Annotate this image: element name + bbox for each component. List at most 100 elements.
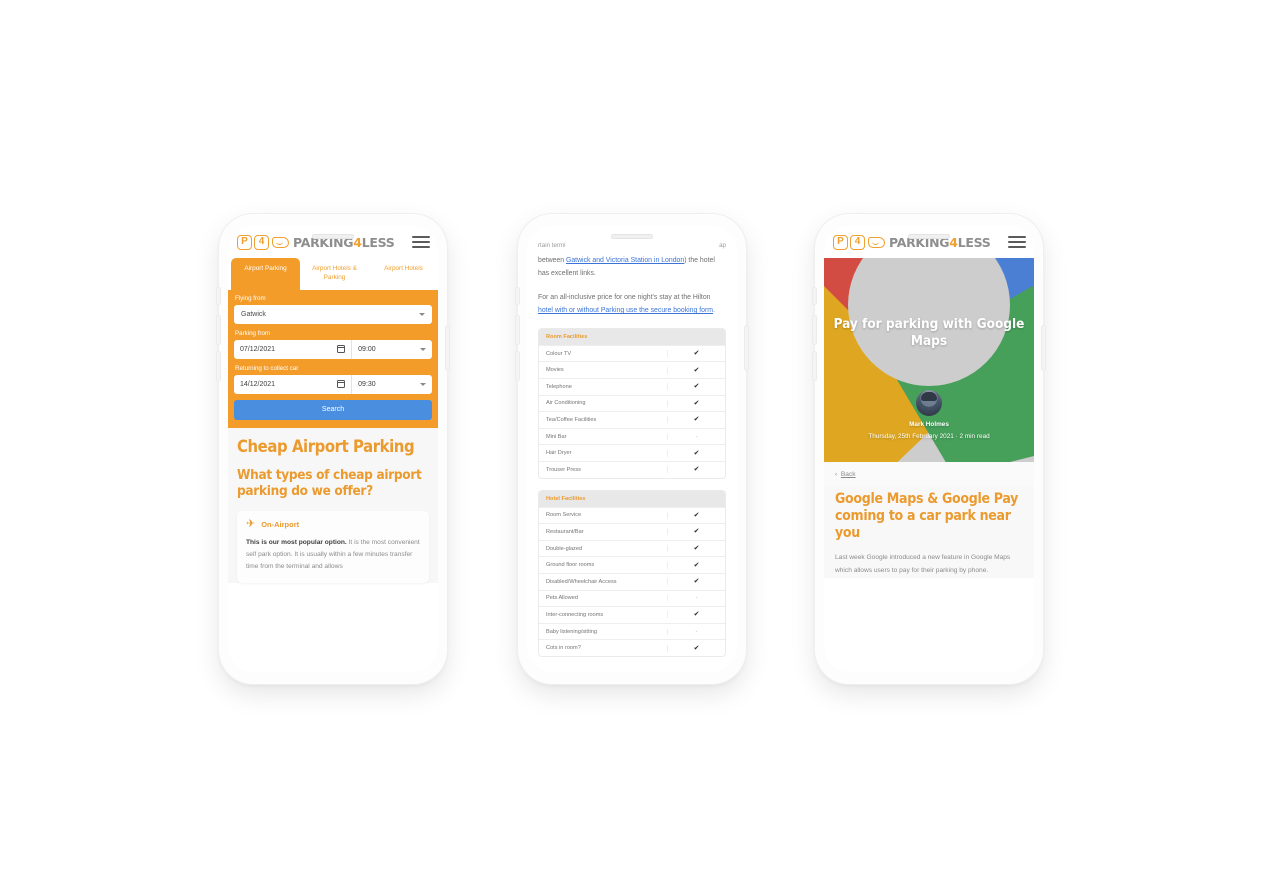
table-row: Pets Allowed - [539,589,725,607]
hamburger-icon[interactable] [412,236,430,248]
parking-from-date-value: 07/12/2021 [240,345,276,353]
returning-date-value: 14/12/2021 [240,380,276,388]
phone1-site-header: P 4 PARKING4LESS [228,226,438,258]
facility-value: ✔ [667,366,725,374]
calendar-icon [336,380,346,389]
para2-pre: For an all-inclusive price for one night… [538,293,711,301]
on-airport-card[interactable]: ✈ On-Airport This is our most popular op… [237,510,429,584]
flying-from-value: Gatwick [241,310,266,318]
logo-number-4: 4 [254,234,269,250]
facility-name: Inter-connecting rooms [546,611,604,618]
airplane-icon: ✈ [246,517,256,530]
table-row: Ground floor rooms ✔ [539,556,725,573]
table-row: Telephone ✔ [539,378,725,395]
phone3-mute-button[interactable] [813,288,816,304]
tab-airport-hotels[interactable]: Airport Hotels [369,258,438,290]
blog-paragraph: Last week Google introduced a new featur… [835,554,1011,575]
returning-date-input[interactable]: 14/12/2021 [234,374,353,394]
link-secure-booking-form[interactable]: hotel with or without Parking use the se… [538,307,713,314]
facility-name: Double-glazed [546,545,583,552]
screenshot-canvas: P 4 PARKING4LESS Airport Parking Airport… [0,0,1280,896]
phone3-earpiece-speaker [908,234,950,239]
parking-from-time-select[interactable]: 09:00 [352,340,432,359]
tab-airport-hotels-and-parking[interactable]: Airport Hotels & Parking [300,258,369,290]
facility-name: Trouser Press [546,466,581,473]
phone2-mute-button[interactable] [516,288,519,304]
para1-pre: between [538,257,566,264]
phone3-volume-up-button[interactable] [813,316,816,344]
clipped-text-left: rtain termi [538,242,566,249]
author-name: Mark Holmes [909,421,949,428]
back-link-label: Back [840,471,856,478]
phone1-power-button[interactable] [446,326,449,370]
flying-from-select[interactable]: Gatwick [234,304,432,324]
card-body-emphasis: This is our most popular option. [246,538,347,546]
phone2-earpiece-speaker [611,234,653,239]
facility-value: - [667,628,725,635]
phone3-screen: P 4 PARKING4LESS Pay for parking with Go… [824,226,1034,672]
search-button[interactable]: Search [234,399,432,420]
facility-name: Baby listening/sitting [546,628,597,635]
room-facilities-header: Room Facilities [539,328,725,345]
facility-value: ✔ [667,578,725,586]
facility-name: Telephone [546,383,572,390]
section-heading: What types of cheap airport parking do w… [237,466,422,499]
phone2-volume-up-button[interactable] [516,316,519,344]
facility-name: Movies [546,367,564,374]
phone1-screen: P 4 PARKING4LESS Airport Parking Airport… [228,226,438,672]
hotel-facilities-header: Hotel Facilities [539,490,725,507]
phone1-mute-button[interactable] [217,288,220,304]
facility-name: Air Conditioning [546,400,586,407]
phone1-volume-down-button[interactable] [217,352,220,380]
facility-value: ✔ [667,466,725,474]
table-row: Air Conditioning ✔ [539,394,725,412]
table-row: Inter-connecting rooms ✔ [539,606,725,623]
clipped-text-row: rtain termi ap [538,242,726,249]
chevron-down-icon [420,382,426,386]
card-header: ✈ On-Airport [246,517,420,530]
chevron-down-icon [420,347,426,351]
link-gatwick-victoria-station[interactable]: Gatwick and Victoria Station in London [566,257,684,264]
phone2-power-button[interactable] [745,326,748,370]
facility-name: Pets Allowed [546,595,579,602]
avatar [916,390,942,416]
hotel-facilities-table: Hotel Facilities Room Service ✔ Restauran… [538,489,726,657]
facility-name: Ground floor rooms [546,562,595,569]
table-row: Movies ✔ [539,361,725,378]
phone-mockup-hotel-facilities: rtain termi ap between Gatwick and Victo… [516,214,748,684]
facility-value: ✔ [667,416,725,424]
tab-airport-parking[interactable]: Airport Parking [231,258,300,290]
phone-mockup-blog: P 4 PARKING4LESS Pay for parking with Go… [813,214,1045,684]
phone3-power-button[interactable] [1042,326,1045,370]
phone3-site-header: P 4 PARKING4LESS [824,226,1034,258]
facility-value: ✔ [667,528,725,536]
chevron-down-icon [419,312,425,316]
facility-value: ✔ [667,511,725,519]
phone1-earpiece-speaker [312,234,354,239]
table-row: Mini Bar - [539,427,725,445]
table-row: Tea/Coffee Facilities ✔ [539,411,725,428]
card-title: On-Airport [261,519,300,529]
back-link[interactable]: ‹ Back [835,471,1023,478]
parking-from-date-input[interactable]: 07/12/2021 [234,339,353,359]
hamburger-icon[interactable] [1008,236,1026,248]
table-row: Disabled/Wheelchair Access ✔ [539,572,725,590]
phone3-volume-down-button[interactable] [813,352,816,380]
table-row: Cots in room? ✔ [539,639,725,656]
flying-from-label: Flying from [235,294,266,302]
phone2-volume-down-button[interactable] [516,352,519,380]
facility-name: Disabled/Wheelchair Access [546,578,617,585]
parking-from-time-value: 09:00 [358,345,376,353]
blog-title: Google Maps & Google Pay coming to a car… [835,491,1019,541]
returning-time-select[interactable]: 09:30 [352,375,432,394]
facility-name: Hair Dryer [546,450,572,457]
phone2-screen: rtain termi ap between Gatwick and Victo… [527,226,737,672]
booking-form: Flying from Gatwick Parking from 07/12/2… [228,289,438,428]
paragraph-booking: For an all-inclusive price for one night… [538,291,726,318]
parking-from-label: Parking from [235,329,271,337]
returning-time-value: 09:30 [358,380,376,388]
card-body: This is our most popular option. It is t… [246,537,420,574]
phone-mockup-booking: P 4 PARKING4LESS Airport Parking Airport… [217,214,449,684]
phone1-volume-up-button[interactable] [217,316,220,344]
clipped-text-right: ap [719,242,726,249]
